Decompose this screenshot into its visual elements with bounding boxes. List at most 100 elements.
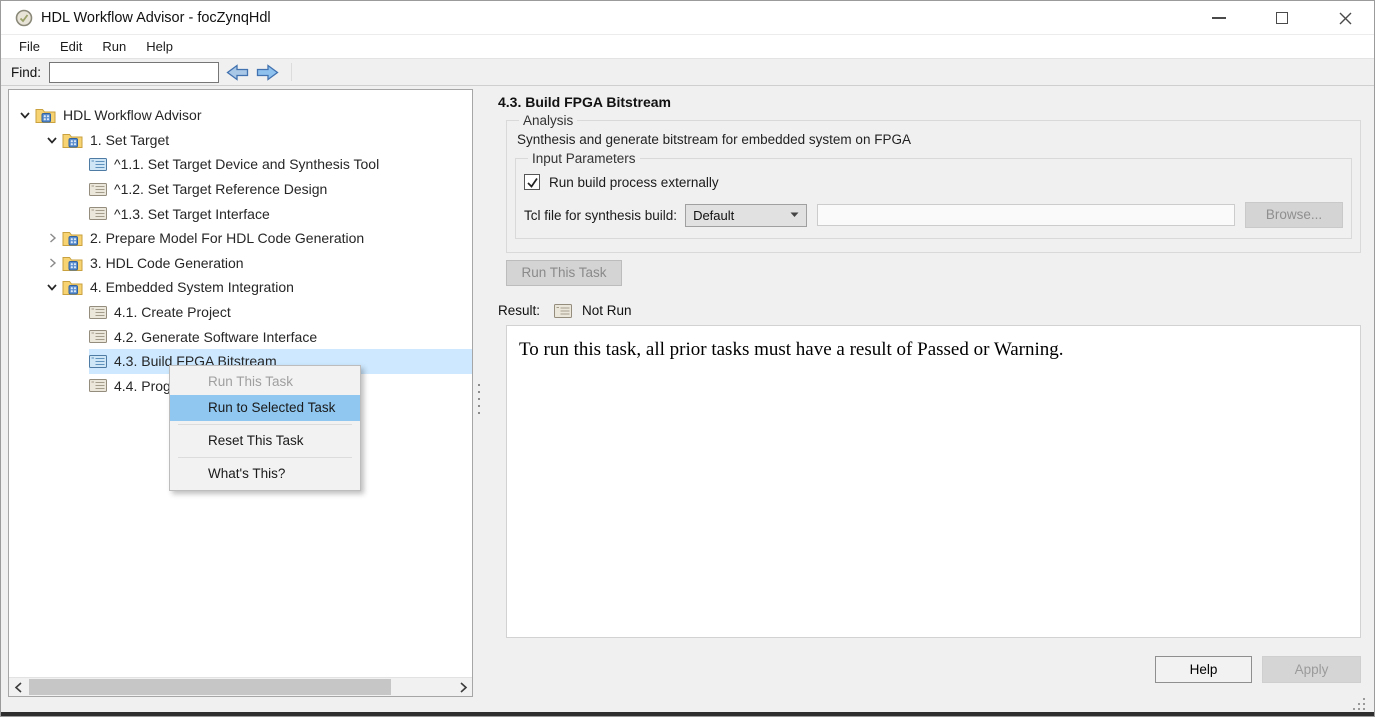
tree-item-set-target-interface[interactable]: ^1.3. Set Target Interface (9, 201, 472, 226)
find-toolbar: Find: (1, 59, 1374, 86)
scroll-right-button[interactable] (454, 678, 472, 696)
maximize-button[interactable] (1257, 1, 1307, 35)
result-row: Result: Not Run (498, 303, 632, 318)
blue-arrow-right-icon (256, 64, 279, 81)
tree-item-label: ^1.1. Set Target Device and Synthesis To… (114, 156, 379, 172)
task-icon (89, 379, 107, 392)
folder-group-icon (35, 107, 56, 123)
window-resize-grip[interactable] (1349, 698, 1367, 712)
tree-item-label: ^1.3. Set Target Interface (114, 206, 270, 222)
folder-group-icon (62, 255, 83, 271)
tree-collapse-icon[interactable] (42, 257, 62, 269)
title-bar[interactable]: HDL Workflow Advisor - focZynqHdl (1, 1, 1374, 35)
find-combobox (49, 62, 219, 83)
context-menu-reset-this-task[interactable]: Reset This Task (170, 428, 360, 454)
tree-item-create-project[interactable]: 4.1. Create Project (9, 300, 472, 325)
tree-horizontal-scrollbar[interactable] (9, 677, 472, 696)
find-input[interactable] (50, 64, 234, 81)
tree-item-set-target-device[interactable]: ^1.1. Set Target Device and Synthesis To… (9, 152, 472, 177)
result-message-area: To run this task, all prior tasks must h… (506, 325, 1361, 638)
menu-edit[interactable]: Edit (50, 35, 92, 58)
minimize-icon (1212, 17, 1226, 19)
blue-arrow-left-icon (226, 64, 249, 81)
input-parameters-groupbox: Input Parameters Run build process exter… (515, 151, 1352, 239)
chevron-left-icon (14, 682, 23, 693)
task-icon (89, 306, 107, 319)
help-button[interactable]: Help (1155, 656, 1252, 683)
menu-run[interactable]: Run (92, 35, 136, 58)
tree-expand-icon[interactable] (15, 109, 35, 121)
window-title: HDL Workflow Advisor - focZynqHdl (41, 1, 271, 35)
toolbar-separator (291, 63, 292, 81)
menu-separator (178, 457, 352, 458)
result-status-icon (554, 304, 572, 318)
apply-button[interactable]: Apply (1262, 656, 1361, 683)
tree-item-generate-software-interface[interactable]: 4.2. Generate Software Interface (9, 324, 472, 349)
close-icon (1338, 11, 1353, 26)
find-label: Find: (11, 65, 41, 80)
tcl-file-dropdown[interactable]: Default (685, 204, 807, 227)
tree-item-hdl-code-generation[interactable]: 3. HDL Code Generation (9, 251, 472, 276)
tree-item-label: 1. Set Target (90, 132, 169, 148)
window-bottom-edge (1, 712, 1374, 716)
tree-rows: HDL Workflow Advisor 1. Set Target ^1.1.… (9, 90, 472, 398)
run-this-task-button[interactable]: Run This Task (506, 260, 622, 286)
task-panel-title: 4.3. Build FPGA Bitstream (498, 94, 671, 110)
tree-item-prepare-model[interactable]: 2. Prepare Model For HDL Code Generation (9, 226, 472, 251)
tree-item-label: 4. Embedded System Integration (90, 279, 294, 295)
folder-group-icon (62, 230, 83, 246)
folder-group-icon (62, 132, 83, 148)
tree-item-label: 4.1. Create Project (114, 304, 231, 320)
context-menu-run-this-task[interactable]: Run This Task (170, 369, 360, 395)
tree-item-label: 2. Prepare Model For HDL Code Generation (90, 230, 364, 246)
menu-help[interactable]: Help (136, 35, 183, 58)
task-icon (89, 183, 107, 196)
tree-item-set-target[interactable]: 1. Set Target (9, 128, 472, 153)
analysis-groupbox: Analysis Synthesis and generate bitstrea… (506, 113, 1361, 253)
tree-item-hdl-workflow-advisor[interactable]: HDL Workflow Advisor (9, 103, 472, 128)
tree-collapse-icon[interactable] (42, 232, 62, 244)
checkmark-icon (526, 176, 539, 189)
tcl-dropdown-value: Default (693, 208, 734, 223)
tree-item-label: HDL Workflow Advisor (63, 107, 201, 123)
app-icon (15, 9, 33, 32)
tree-expand-icon[interactable] (42, 134, 62, 146)
dropdown-arrow-icon (790, 212, 799, 218)
tree-expand-icon[interactable] (42, 281, 62, 293)
minimize-button[interactable] (1194, 1, 1244, 35)
scroll-left-button[interactable] (9, 678, 27, 696)
tree-item-label: 3. HDL Code Generation (90, 255, 244, 271)
find-previous-button[interactable] (226, 64, 249, 81)
task-icon (89, 330, 107, 343)
context-menu: Run This Task Run to Selected Task Reset… (169, 365, 361, 491)
context-menu-run-to-selected-task[interactable]: Run to Selected Task (170, 395, 360, 421)
find-next-button[interactable] (256, 64, 279, 81)
tree-item-embedded-system-integration[interactable]: 4. Embedded System Integration (9, 275, 472, 300)
context-menu-whats-this[interactable]: What's This? (170, 461, 360, 487)
run-externally-label: Run build process externally (549, 175, 719, 190)
hdl-workflow-advisor-window: { "window": { "title": "HDL Workflow Adv… (0, 0, 1375, 717)
result-label: Result: (498, 303, 540, 318)
tcl-file-label: Tcl file for synthesis build: (524, 208, 677, 223)
result-value: Not Run (582, 303, 632, 318)
close-button[interactable] (1320, 1, 1370, 35)
chevron-right-icon (459, 682, 468, 693)
tree-item-label: 4.2. Generate Software Interface (114, 329, 317, 345)
folder-group-icon (62, 279, 83, 295)
result-message: To run this task, all prior tasks must h… (519, 339, 1064, 360)
browse-button[interactable]: Browse... (1245, 202, 1343, 228)
run-externally-checkbox[interactable] (524, 174, 540, 190)
input-parameters-legend: Input Parameters (528, 151, 640, 166)
task-icon (89, 207, 107, 220)
panel-splitter-handle[interactable] (478, 384, 480, 414)
task-icon (89, 158, 107, 171)
menu-bar: File Edit Run Help (1, 35, 1374, 59)
tree-item-label: 4.4. Prog (114, 378, 171, 394)
menu-separator (178, 424, 352, 425)
tcl-file-path-input[interactable] (817, 204, 1235, 226)
task-icon (89, 355, 107, 368)
scrollbar-thumb[interactable] (29, 679, 391, 695)
tree-item-set-target-reference[interactable]: ^1.2. Set Target Reference Design (9, 177, 472, 202)
menu-file[interactable]: File (9, 35, 50, 58)
task-description: Synthesis and generate bitstream for emb… (517, 132, 1352, 147)
